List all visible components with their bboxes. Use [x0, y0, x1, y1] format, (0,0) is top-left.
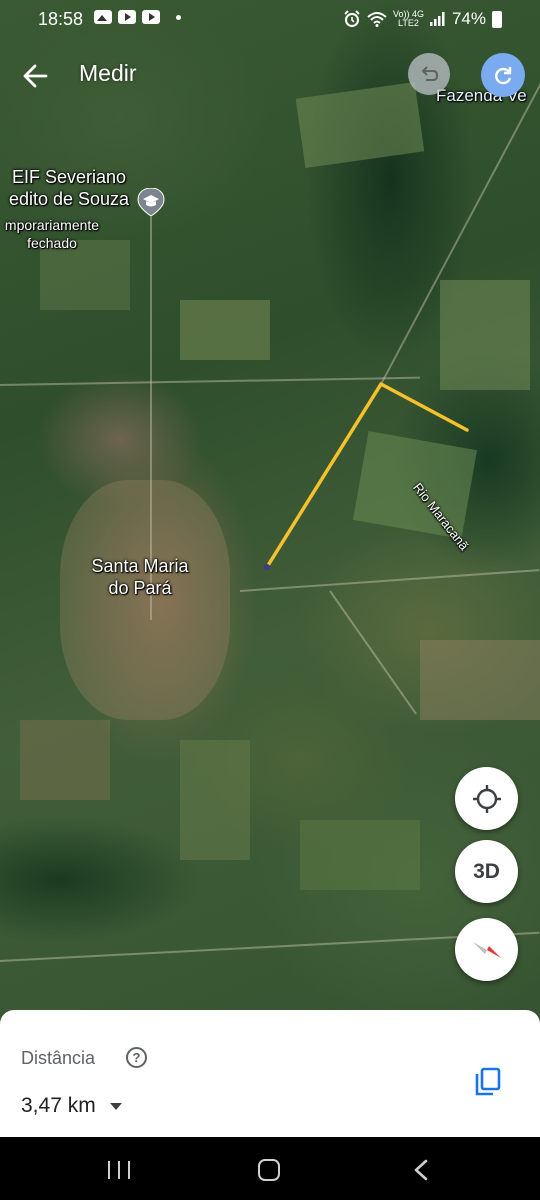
distance-label: Distância: [21, 1048, 96, 1068]
town-label-line1: Santa Maria: [91, 556, 189, 576]
help-icon[interactable]: ?: [126, 1047, 147, 1068]
more-notifications-dot: [176, 14, 181, 20]
system-nav-bar: [0, 1137, 540, 1200]
measure-start-point: [264, 564, 270, 570]
3d-label: 3D: [473, 859, 500, 883]
alarm-icon: [344, 10, 360, 27]
network-type: Vo)) 4G LTE2: [393, 10, 424, 28]
home-icon[interactable]: [258, 1159, 280, 1181]
status-bar: 18:58 Vo)) 4G LTE2 74%: [0, 0, 540, 38]
youtube-icon: [118, 10, 136, 24]
network-type-bottom: LTE2: [398, 18, 419, 28]
distance-value[interactable]: 3,47 km: [21, 1094, 96, 1118]
recents-icon[interactable]: [108, 1161, 130, 1179]
notification-icons: [94, 10, 181, 24]
compass-icon: [472, 941, 501, 958]
nav-back-icon[interactable]: [411, 1159, 431, 1181]
undo-button[interactable]: [408, 53, 450, 95]
school-label-line1: EIF Severiano: [11, 167, 127, 187]
page-title: Medir: [79, 60, 137, 86]
youtube-icon: [142, 10, 160, 24]
3d-toggle-button[interactable]: 3D: [455, 840, 518, 903]
battery-icon: [492, 10, 502, 28]
compass-button[interactable]: [455, 918, 518, 981]
school-label-line2: edito de Souza: [8, 189, 130, 209]
system-icons: Vo)) 4G LTE2 74%: [343, 9, 502, 29]
status-time: 18:58: [38, 9, 84, 29]
school-status-line2: fechado: [27, 235, 77, 251]
redo-button[interactable]: [481, 53, 525, 97]
town-label[interactable]: Santa Maria do Pará: [80, 555, 200, 599]
gallery-icon: [94, 10, 112, 24]
measure-app-bar: Medir: [0, 46, 540, 106]
copy-icon[interactable]: [474, 1067, 502, 1097]
school-status-label: mporariamente fechado: [0, 216, 112, 252]
wifi-icon: [367, 12, 387, 27]
signal-icon: [429, 12, 445, 26]
measure-line: [265, 382, 469, 569]
undo-icon: [421, 66, 439, 81]
battery-percent: 74%: [451, 9, 486, 28]
unit-dropdown-icon[interactable]: [110, 1103, 122, 1110]
redo-icon: [495, 67, 512, 85]
arrow-back-icon[interactable]: [18, 58, 54, 94]
my-location-icon: [472, 784, 501, 813]
school-label[interactable]: EIF Severiano edito de Souza: [0, 166, 144, 210]
school-status-line1: mporariamente: [4, 217, 100, 233]
my-location-button[interactable]: [455, 767, 518, 830]
town-label-line2: do Pará: [108, 578, 172, 598]
distance-sheet: Distância ? 3,47 km: [0, 1010, 540, 1137]
